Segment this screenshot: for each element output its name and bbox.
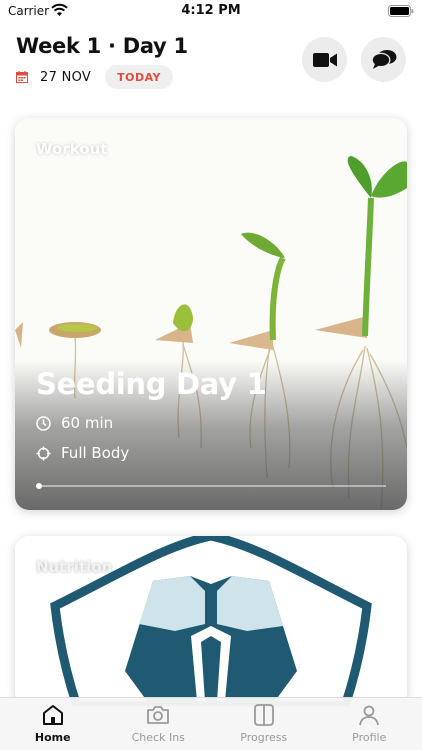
battery-icon	[388, 5, 414, 17]
card-category-label: Workout	[36, 140, 108, 158]
clock-icon	[36, 415, 51, 431]
calendar-icon	[16, 71, 28, 83]
workout-progress-indicator	[36, 483, 42, 489]
date-label: 27 NOV	[40, 69, 92, 85]
focus-row: Full Body	[36, 444, 129, 462]
tab-label: Progress	[240, 731, 288, 744]
tab-label: Home	[34, 731, 71, 744]
duration-value: 60 min	[61, 414, 114, 432]
date-row: 27 NOV TODAY	[16, 64, 174, 90]
tab-check-ins[interactable]: Check Ins	[106, 698, 212, 750]
messages-button[interactable]	[361, 37, 406, 82]
tab-progress[interactable]: Progress	[211, 698, 317, 750]
home-icon	[42, 705, 63, 725]
workout-progress-bar	[36, 485, 386, 487]
tab-bar: Home Check Ins Progress Profile	[0, 697, 422, 750]
tab-label: Profile	[352, 731, 387, 744]
status-bar: Carrier 4:12 PM	[0, 0, 422, 24]
focus-value: Full Body	[61, 444, 130, 462]
video-call-button[interactable]	[302, 37, 347, 82]
today-badge[interactable]: TODAY	[105, 65, 174, 89]
page-title: Week 1 · Day 1	[16, 34, 188, 58]
duration-row: 60 min	[36, 414, 113, 432]
camera-icon	[147, 706, 170, 724]
tab-home[interactable]: Home	[0, 698, 106, 750]
status-time: 4:12 PM	[181, 3, 241, 18]
tab-label: Check Ins	[131, 731, 185, 744]
video-camera-icon	[312, 52, 337, 67]
chat-bubbles-icon	[371, 49, 396, 69]
compare-icon	[253, 704, 274, 726]
workout-card[interactable]: Workout Seeding Day 1 60 min Full Body	[15, 118, 407, 510]
crosshair-icon	[36, 446, 51, 460]
nutrition-card[interactable]: Nutrition	[15, 536, 407, 706]
card-category-label: Nutrition	[36, 558, 113, 576]
tab-profile[interactable]: Profile	[317, 698, 422, 750]
person-icon	[359, 705, 380, 726]
workout-title: Seeding Day 1	[36, 367, 267, 401]
